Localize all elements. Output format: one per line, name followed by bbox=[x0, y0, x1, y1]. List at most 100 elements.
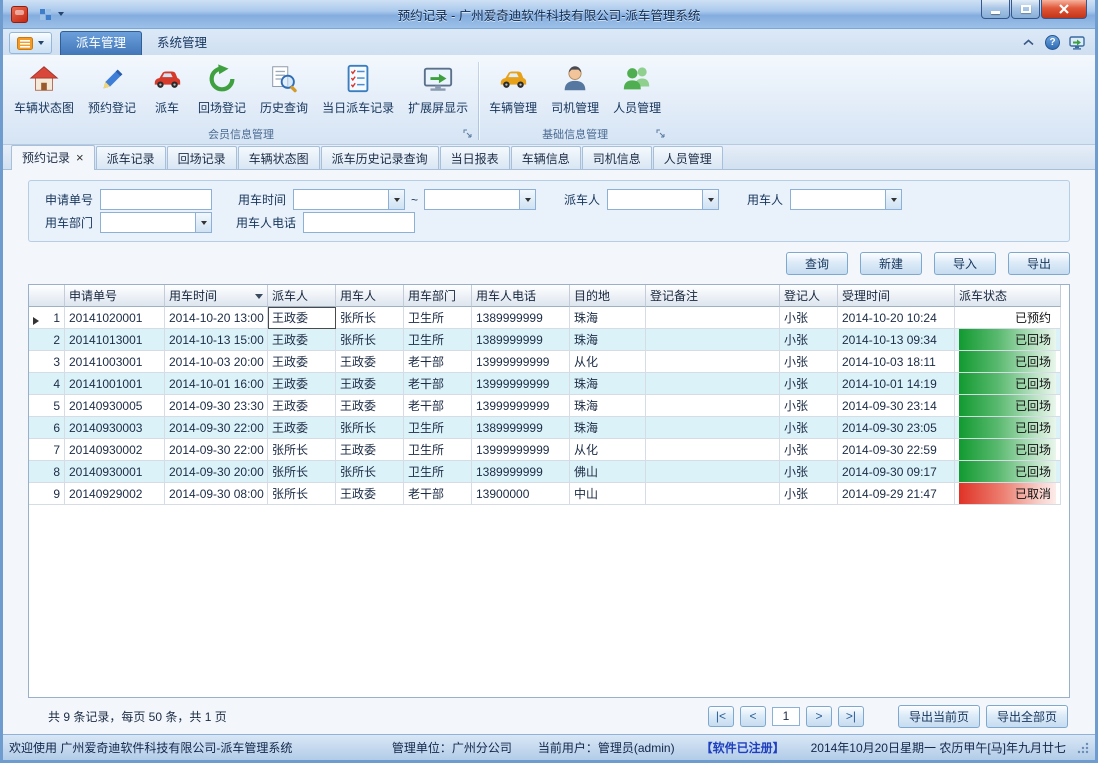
cell-dispatcher[interactable]: 王政委 bbox=[268, 329, 336, 351]
cell-use-time[interactable]: 2014-10-13 15:00 bbox=[165, 329, 268, 351]
cell-apply-no[interactable]: 20141020001 bbox=[65, 307, 165, 329]
dialog-launcher-icon[interactable] bbox=[463, 127, 472, 141]
cell-destination[interactable]: 佛山 bbox=[570, 461, 646, 483]
next-page-button[interactable]: > bbox=[806, 706, 832, 727]
cell-phone[interactable]: 1389999999 bbox=[472, 307, 570, 329]
cell-registrar[interactable]: 小张 bbox=[780, 439, 838, 461]
grid-header-registrar[interactable]: 登记人 bbox=[780, 285, 838, 307]
cell-dispatch-status[interactable]: 已回场 bbox=[955, 351, 1061, 373]
ribbon-button-vehicle-status-chart[interactable]: 车辆状态图 bbox=[7, 58, 81, 118]
chevron-down-icon[interactable] bbox=[388, 190, 404, 209]
cell-apply-no[interactable]: 20140930003 bbox=[65, 417, 165, 439]
cell-apply-no[interactable]: 20141013001 bbox=[65, 329, 165, 351]
ribbon-button-driver-manage[interactable]: 司机管理 bbox=[544, 58, 606, 118]
cell-dept[interactable]: 卫生所 bbox=[404, 329, 472, 351]
cell-accept-time[interactable]: 2014-09-30 09:17 bbox=[838, 461, 955, 483]
cell-remark[interactable] bbox=[646, 351, 780, 373]
close-button[interactable] bbox=[1041, 0, 1087, 19]
cell-destination[interactable]: 珠海 bbox=[570, 307, 646, 329]
cell-dispatch-status[interactable]: 已回场 bbox=[955, 373, 1061, 395]
cell-row-indicator[interactable]: 2 bbox=[29, 329, 65, 351]
last-page-button[interactable]: >| bbox=[838, 706, 864, 727]
cell-phone[interactable]: 1389999999 bbox=[472, 417, 570, 439]
grid-header-dispatcher[interactable]: 派车人 bbox=[268, 285, 336, 307]
table-row[interactable]: 5 20140930005 2014-09-30 23:30 王政委 王政委 老… bbox=[29, 395, 1061, 417]
chevron-down-icon[interactable] bbox=[885, 190, 901, 209]
cell-remark[interactable] bbox=[646, 461, 780, 483]
chevron-down-icon[interactable] bbox=[195, 213, 211, 232]
dept-input[interactable] bbox=[101, 213, 195, 232]
quick-access-grid-icon[interactable] bbox=[37, 6, 54, 23]
tab-personnel-manage[interactable]: 人员管理 bbox=[653, 146, 723, 169]
cell-remark[interactable] bbox=[646, 417, 780, 439]
query-button[interactable]: 查询 bbox=[786, 252, 848, 275]
cell-row-indicator[interactable]: 9 bbox=[29, 483, 65, 505]
cell-row-indicator[interactable]: 6 bbox=[29, 417, 65, 439]
cell-apply-no[interactable]: 20140930001 bbox=[65, 461, 165, 483]
export-button[interactable]: 导出 bbox=[1008, 252, 1070, 275]
cell-dept[interactable]: 老干部 bbox=[404, 351, 472, 373]
cell-dispatcher[interactable]: 王政委 bbox=[268, 307, 336, 329]
grid-header-use-time[interactable]: 用车时间 bbox=[165, 285, 268, 307]
cell-registrar[interactable]: 小张 bbox=[780, 373, 838, 395]
cell-dispatcher[interactable]: 张所长 bbox=[268, 439, 336, 461]
tab-return-records[interactable]: 回场记录 bbox=[167, 146, 237, 169]
cell-registrar[interactable]: 小张 bbox=[780, 307, 838, 329]
cell-apply-no[interactable]: 20140929002 bbox=[65, 483, 165, 505]
grid-header-accept-time[interactable]: 受理时间 bbox=[838, 285, 955, 307]
cell-destination[interactable]: 珠海 bbox=[570, 329, 646, 351]
use-time-from-input[interactable] bbox=[294, 190, 388, 209]
cell-accept-time[interactable]: 2014-09-30 22:59 bbox=[838, 439, 955, 461]
cell-dispatcher[interactable]: 王政委 bbox=[268, 351, 336, 373]
cell-dispatch-status[interactable]: 已回场 bbox=[955, 417, 1061, 439]
grid-header-dept[interactable]: 用车部门 bbox=[404, 285, 472, 307]
cell-dept[interactable]: 卫生所 bbox=[404, 307, 472, 329]
display-switch-button[interactable] bbox=[1068, 34, 1085, 51]
table-row[interactable]: 9 20140929002 2014-09-30 08:00 张所长 王政委 老… bbox=[29, 483, 1061, 505]
cell-use-time[interactable]: 2014-09-30 23:30 bbox=[165, 395, 268, 417]
cell-apply-no[interactable]: 20141001001 bbox=[65, 373, 165, 395]
cell-row-indicator[interactable]: 3 bbox=[29, 351, 65, 373]
ribbon-button-extended-screen[interactable]: 扩展屏显示 bbox=[401, 58, 475, 118]
minimize-button[interactable] bbox=[981, 0, 1010, 19]
cell-use-time[interactable]: 2014-09-30 20:00 bbox=[165, 461, 268, 483]
cell-apply-no[interactable]: 20140930002 bbox=[65, 439, 165, 461]
cell-destination[interactable]: 珠海 bbox=[570, 417, 646, 439]
prev-page-button[interactable]: < bbox=[740, 706, 766, 727]
cell-user[interactable]: 张所长 bbox=[336, 417, 404, 439]
cell-destination[interactable]: 中山 bbox=[570, 483, 646, 505]
cell-apply-no[interactable]: 20140930005 bbox=[65, 395, 165, 417]
ribbon-button-reservation-register[interactable]: 预约登记 bbox=[81, 58, 143, 118]
sort-descending-icon[interactable] bbox=[255, 294, 263, 299]
cell-phone[interactable]: 1389999999 bbox=[472, 461, 570, 483]
cell-use-time[interactable]: 2014-09-30 22:00 bbox=[165, 417, 268, 439]
cell-phone[interactable]: 13900000 bbox=[472, 483, 570, 505]
cell-dept[interactable]: 卫生所 bbox=[404, 417, 472, 439]
dialog-launcher-icon[interactable] bbox=[656, 127, 665, 141]
ribbon-button-history-query[interactable]: 历史查询 bbox=[253, 58, 315, 118]
help-button[interactable]: ? bbox=[1045, 35, 1060, 50]
cell-dispatcher[interactable]: 张所长 bbox=[268, 461, 336, 483]
table-row[interactable]: 6 20140930003 2014-09-30 22:00 王政委 张所长 卫… bbox=[29, 417, 1061, 439]
cell-dispatcher[interactable]: 张所长 bbox=[268, 483, 336, 505]
import-button[interactable]: 导入 bbox=[934, 252, 996, 275]
cell-user[interactable]: 张所长 bbox=[336, 461, 404, 483]
create-button[interactable]: 新建 bbox=[860, 252, 922, 275]
cell-user[interactable]: 王政委 bbox=[336, 439, 404, 461]
ribbon-button-dispatch[interactable]: 派车 bbox=[143, 58, 191, 118]
cell-dispatch-status[interactable]: 已回场 bbox=[955, 461, 1061, 483]
cell-dispatcher[interactable]: 王政委 bbox=[268, 395, 336, 417]
cell-user[interactable]: 王政委 bbox=[336, 351, 404, 373]
tab-daily-report[interactable]: 当日报表 bbox=[440, 146, 510, 169]
dispatcher-combo[interactable] bbox=[607, 189, 719, 210]
cell-registrar[interactable]: 小张 bbox=[780, 461, 838, 483]
user-input[interactable] bbox=[791, 190, 885, 209]
use-time-to-input[interactable] bbox=[425, 190, 519, 209]
cell-phone[interactable]: 13999999999 bbox=[472, 373, 570, 395]
cell-remark[interactable] bbox=[646, 395, 780, 417]
cell-accept-time[interactable]: 2014-10-03 18:11 bbox=[838, 351, 955, 373]
cell-remark[interactable] bbox=[646, 439, 780, 461]
table-row[interactable]: 7 20140930002 2014-09-30 22:00 张所长 王政委 卫… bbox=[29, 439, 1061, 461]
first-page-button[interactable]: |< bbox=[708, 706, 734, 727]
cell-accept-time[interactable]: 2014-10-20 10:24 bbox=[838, 307, 955, 329]
